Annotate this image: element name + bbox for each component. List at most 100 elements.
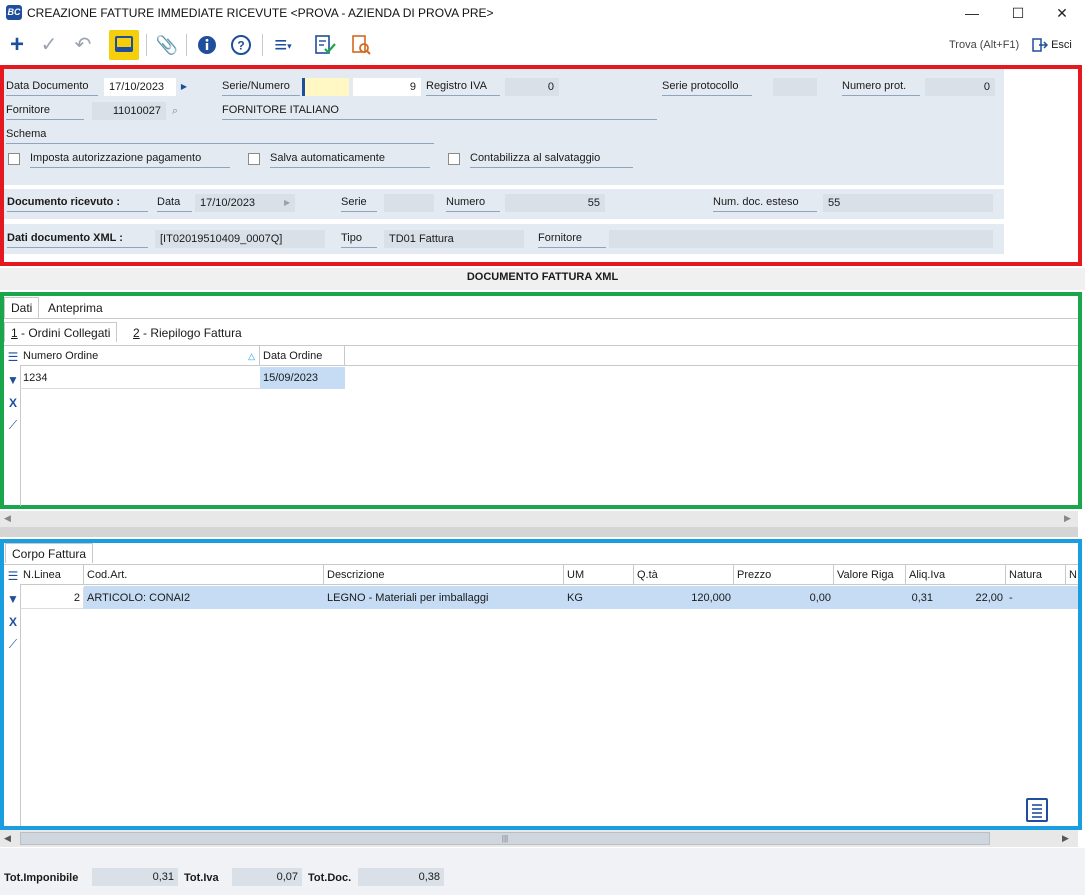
data-documento-field[interactable]: 17/10/2023 [104,78,176,96]
splitter[interactable] [0,527,1078,537]
scroll-left-icon[interactable]: ◀ [4,833,11,844]
chart-icon[interactable]: ⟋ [6,637,20,651]
window-title: CREAZIONE FATTURE IMMEDIATE RICEVUTE <PR… [27,6,494,20]
cell-qta[interactable]: 120,000 [634,587,734,609]
tipo-field[interactable]: TD01 Fattura [384,230,524,248]
cell-natura[interactable]: - [1006,587,1066,609]
cell-aliq-iva[interactable]: 22,00 [936,587,1006,609]
numero-ricevuto-field[interactable]: 55 [505,194,605,212]
fornitore-xml-field[interactable] [609,230,993,248]
serie-ricevuto-field[interactable] [384,194,434,212]
toolbar-separator [262,34,263,56]
scroll-right-icon[interactable]: ▶ [1064,513,1071,524]
info-icon[interactable] [192,30,222,60]
serie-field[interactable] [302,78,349,96]
help-icon[interactable]: ? [226,30,256,60]
tot-iva-value: 0,07 [232,868,302,886]
col-header-label: Numero Ordine [23,350,99,362]
sort-asc-icon[interactable]: △ [248,346,255,366]
toolbar-separator [146,34,147,56]
undo-icon[interactable]: ↶ [68,30,98,60]
toolbar: + ✓ ↶ 📎 ? ≡▾ [0,26,1085,64]
checklist-icon[interactable] [310,30,340,60]
col-header-valore-riga[interactable]: Valore Riga [834,565,906,585]
data-ricevuto-field[interactable]: 17/10/2023 [195,194,295,212]
tot-doc-value: 0,38 [358,868,444,886]
tab-anteprima[interactable]: Anteprima [42,298,109,318]
filter-icon[interactable]: ▼ [6,592,20,606]
menu-icon[interactable]: ≡▾ [268,30,298,60]
fornitore-lookup-icon[interactable]: ⌕ [168,102,182,120]
fornitore-code-field[interactable]: 11010027 [92,102,166,120]
clear-filter-icon[interactable]: X [6,615,20,629]
col-header-descrizione[interactable]: Descrizione [324,565,564,585]
orders-cell-data[interactable]: 15/09/2023 [260,367,345,389]
tot-imponibile-value: 0,31 [92,868,178,886]
col-header-qta[interactable]: Q.tà [634,565,734,585]
attach-icon[interactable]: 📎 [152,30,182,60]
tab-riepilogo-fattura[interactable]: 2 - Riepilogo Fattura [127,323,248,343]
tab-dati[interactable]: Dati [4,297,40,318]
maximize-button[interactable]: ☐ [998,2,1038,24]
title-bar: BC CREAZIONE FATTURE IMMEDIATE RICEVUTE … [0,0,1085,26]
contabilizza-checkbox[interactable] [448,153,460,165]
col-header-more[interactable]: N [1066,565,1078,585]
add-icon[interactable]: + [2,30,32,60]
cell-codart[interactable]: ARTICOLO: CONAI2 [84,587,324,609]
col-header-natura[interactable]: Natura [1006,565,1066,585]
serie-ricevuto-label: Serie [341,196,377,212]
horizontal-scrollbar[interactable]: ◀ ▶ [0,511,1078,527]
documento-ricevuto-label: Documento ricevuto : [7,196,148,212]
col-header-um[interactable]: UM [564,565,634,585]
date-picker-arrow-icon[interactable]: ▶ [284,194,294,212]
clear-filter-icon[interactable]: X [6,396,20,410]
num-doc-esteso-field[interactable]: 55 [823,194,993,212]
col-header-prezzo[interactable]: Prezzo [734,565,834,585]
numero-ricevuto-label: Numero [446,196,500,212]
filter-icon[interactable]: ▼ [6,373,20,387]
scroll-thumb[interactable]: ||| [20,832,990,845]
close-button[interactable]: ✕ [1042,2,1082,24]
toolbar-separator [186,34,187,56]
cell-nlinea[interactable]: 2 [20,587,84,609]
date-picker-arrow-icon[interactable]: ▶ [178,78,190,96]
cell-descrizione[interactable]: LEGNO - Materiali per imballaggi [324,587,564,609]
scroll-left-icon[interactable]: ◀ [4,513,11,524]
document-list-icon[interactable] [1026,798,1048,822]
orders-cell-numero[interactable]: 1234 [20,367,260,389]
salva-automaticamente-checkbox[interactable] [248,153,260,165]
grid-options-icon[interactable]: ☰ [6,350,20,364]
fornitore-xml-label: Fornitore [538,232,606,248]
data-documento-label: Data Documento [6,80,98,96]
minimize-button[interactable]: — [952,2,992,24]
tab-corpo-fattura[interactable]: Corpo Fattura [5,543,94,563]
col-header-aliq-iva[interactable]: Aliq.Iva [906,565,1006,585]
cell-prezzo[interactable]: 0,00 [734,587,834,609]
search-input[interactable]: Trova (Alt+F1) [946,35,1024,55]
chart-icon[interactable]: ⟋ [6,418,20,432]
app-icon: BC [6,5,22,20]
cell-um[interactable]: KG [564,587,634,609]
horizontal-scrollbar[interactable]: ◀ ||| ▶ [0,830,1078,847]
tab-ordini-collegati[interactable]: 1 - Ordini Collegati [4,322,118,342]
col-header-data-ordine[interactable]: Data Ordine [260,346,345,366]
col-header-numero-ordine[interactable]: Numero Ordine △ [20,346,260,366]
grid-options-icon[interactable]: ☰ [6,569,20,583]
serie-numero-label: Serie/Numero [222,80,300,96]
scroll-right-icon[interactable]: ▶ [1062,833,1069,844]
imposta-autorizzazione-checkbox[interactable] [8,153,20,165]
search-doc-icon[interactable] [346,30,376,60]
col-header-nlinea[interactable]: N.Linea [20,565,84,585]
cell-valore-riga[interactable]: 0,31 [834,587,936,609]
col-header-blank [345,346,1078,366]
col-header-codart[interactable]: Cod.Art. [84,565,324,585]
dati-xml-field[interactable]: [IT02019510409_0007Q] [155,230,325,248]
exit-button[interactable]: Esci [1032,35,1082,55]
serie-protocollo-field[interactable] [773,78,817,96]
numero-prot-field[interactable]: 0 [925,78,995,96]
tab-ordini-collegati-num: 1 [11,326,18,340]
view-icon[interactable] [109,30,139,60]
numero-field[interactable]: 9 [353,78,421,96]
confirm-icon[interactable]: ✓ [34,30,64,60]
registro-iva-field[interactable]: 0 [505,78,559,96]
